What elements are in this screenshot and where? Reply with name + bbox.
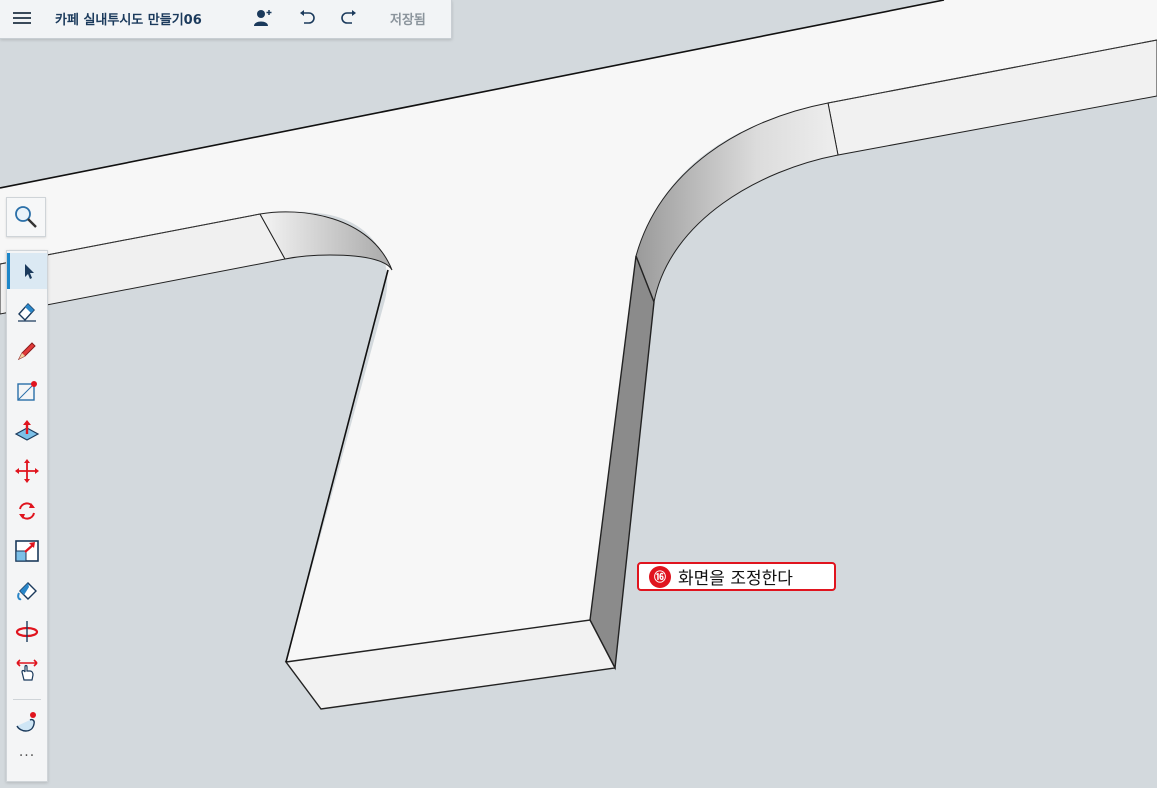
undo-icon[interactable] xyxy=(295,7,319,29)
move-tool[interactable] xyxy=(7,453,47,489)
rotate-icon xyxy=(19,502,35,520)
rotate-tool[interactable] xyxy=(7,493,47,529)
rectangle-icon xyxy=(17,381,37,401)
step-number-badge: ⑯ xyxy=(649,565,671,588)
move-icon xyxy=(15,459,39,483)
save-status: 저장됨 xyxy=(390,13,426,28)
follow-me-icon xyxy=(16,712,36,732)
3d-viewport[interactable] xyxy=(0,0,1157,788)
eraser-icon xyxy=(18,302,36,322)
step-instruction-text: 화면을 조정한다 xyxy=(678,569,793,589)
select-tool[interactable] xyxy=(7,253,47,289)
follow-me-tool[interactable] xyxy=(7,705,47,741)
eraser-tool[interactable] xyxy=(7,293,47,329)
rectangle-tool[interactable] xyxy=(7,373,47,409)
top-toolbar: 카페 실내투시도 만들기06 저장됨 xyxy=(0,0,452,39)
add-user-icon[interactable] xyxy=(251,7,275,29)
redo-icon[interactable] xyxy=(337,7,361,29)
document-title[interactable]: 카페 실내투시도 만들기06 xyxy=(55,9,202,28)
pan-tool[interactable] xyxy=(7,653,47,689)
pencil-icon xyxy=(17,342,36,361)
pencil-tool[interactable] xyxy=(7,333,47,369)
more-tools-button[interactable]: ··· xyxy=(7,748,47,764)
step-callout: ⑯ 화면을 조정한다 xyxy=(637,562,836,591)
push-pull-tool[interactable] xyxy=(7,413,47,449)
arrow-cursor-icon xyxy=(24,264,34,279)
tool-palette: ··· xyxy=(6,250,48,782)
pan-hand-icon xyxy=(16,659,38,681)
search-icon xyxy=(15,206,37,228)
search-button[interactable] xyxy=(6,197,46,237)
hamburger-menu-icon[interactable] xyxy=(10,8,34,28)
orbit-icon xyxy=(15,621,39,642)
palette-divider xyxy=(13,699,41,700)
paint-bucket-tool[interactable] xyxy=(7,573,47,609)
orbit-tool[interactable] xyxy=(7,613,47,649)
scale-icon xyxy=(15,540,39,562)
scale-tool[interactable] xyxy=(7,533,47,569)
paint-bucket-icon xyxy=(17,582,37,601)
push-pull-icon xyxy=(14,420,40,441)
